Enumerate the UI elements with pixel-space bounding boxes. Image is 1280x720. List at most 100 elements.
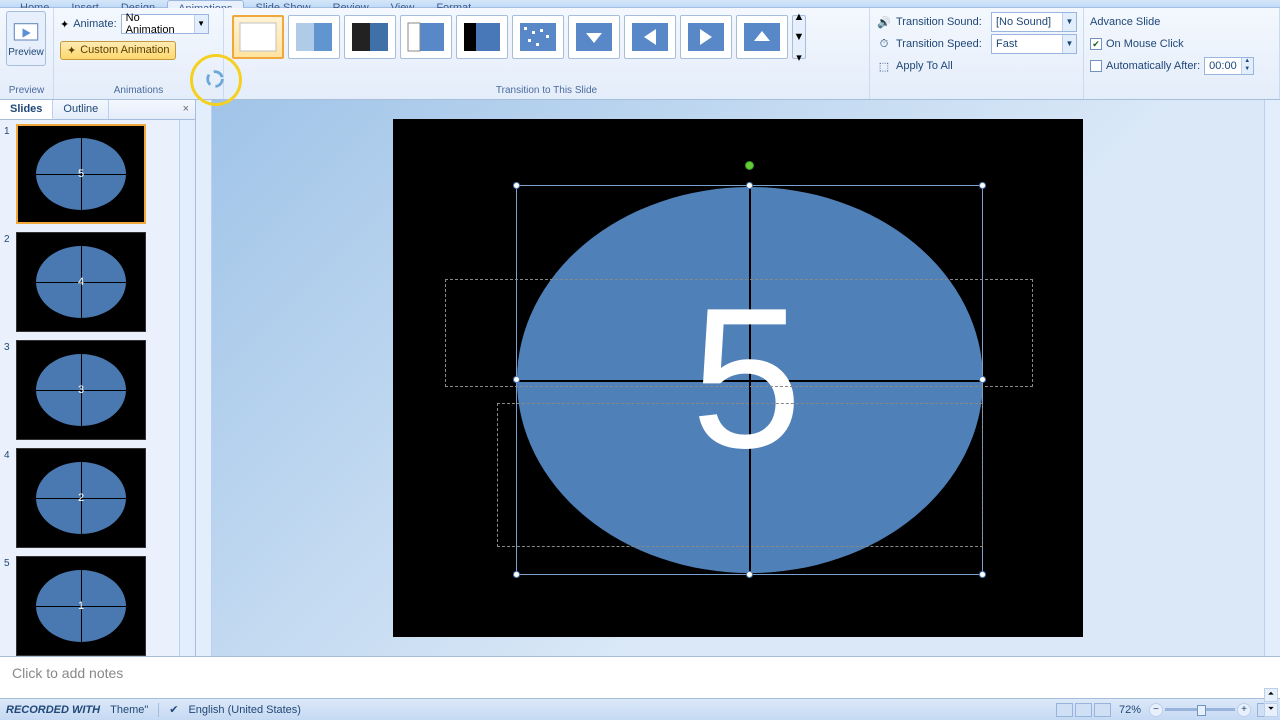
- animate-combo[interactable]: No Animation ▼: [121, 14, 209, 34]
- speed-label: Transition Speed:: [896, 38, 982, 50]
- thumb-preview[interactable]: 3: [16, 340, 146, 440]
- custom-animation-button[interactable]: ✦ Custom Animation: [60, 41, 176, 60]
- spinner-up-icon[interactable]: ▲: [1241, 58, 1253, 66]
- animate-star-icon: ✦: [60, 18, 69, 31]
- slides-pane: Slides Outline × 1524334251: [0, 100, 196, 656]
- zoom-slider[interactable]: [1165, 708, 1235, 711]
- slide-thumb-4[interactable]: 42: [0, 444, 180, 552]
- sound-value: [No Sound]: [992, 16, 1062, 28]
- advance-group-label: [1090, 94, 1273, 99]
- ruler-v: [196, 100, 212, 656]
- on-click-checkbox[interactable]: ✔: [1090, 38, 1102, 50]
- view-sorter-icon[interactable]: [1075, 703, 1092, 717]
- thumb-number: 1: [4, 124, 16, 224]
- transition-options-label: [876, 94, 1077, 99]
- thumb-number: 3: [4, 340, 16, 440]
- zoom-value[interactable]: 72%: [1119, 704, 1141, 716]
- advance-label: Advance Slide: [1090, 16, 1160, 28]
- preview-label: Preview: [8, 47, 44, 58]
- prev-slide-icon[interactable]: ⏶: [1264, 688, 1278, 702]
- thumb-preview[interactable]: 2: [16, 448, 146, 548]
- thumb-preview[interactable]: 1: [16, 556, 146, 656]
- pane-tab-outline[interactable]: Outline: [53, 100, 109, 119]
- tab-design[interactable]: Design: [111, 0, 165, 8]
- auto-after-label: Automatically After:: [1106, 60, 1200, 72]
- chevron-down-icon: ▼: [194, 15, 208, 33]
- thumb-number: 5: [4, 556, 16, 656]
- slide-thumb-2[interactable]: 24: [0, 228, 180, 336]
- star-icon: ✦: [67, 44, 76, 57]
- transition-wipe-right[interactable]: [680, 15, 732, 59]
- apply-all-button[interactable]: Apply To All: [896, 60, 953, 72]
- speed-combo[interactable]: Fast▼: [991, 34, 1077, 54]
- thumb-preview[interactable]: 4: [16, 232, 146, 332]
- sound-label: Transition Sound:: [896, 16, 982, 28]
- slide-thumb-5[interactable]: 51: [0, 552, 180, 656]
- menu-tabs: Home Insert Design Animations Slide Show…: [0, 0, 1280, 8]
- loading-spinner-icon: [204, 68, 226, 90]
- slide-thumb-1[interactable]: 15: [0, 120, 180, 228]
- zoom-in-icon[interactable]: +: [1237, 703, 1251, 717]
- tab-slideshow[interactable]: Slide Show: [246, 0, 321, 8]
- transition-group-label: Transition to This Slide: [230, 83, 863, 99]
- thumb-preview[interactable]: 5: [16, 124, 146, 224]
- tab-insert[interactable]: Insert: [61, 0, 109, 8]
- status-language[interactable]: English (United States): [188, 704, 301, 716]
- sound-combo[interactable]: [No Sound]▼: [991, 12, 1077, 32]
- next-slide-icon[interactable]: ⏷: [1264, 703, 1278, 717]
- spinner-down-icon[interactable]: ▼: [1241, 66, 1253, 74]
- speed-icon: ⏱: [876, 36, 892, 52]
- spellcheck-icon[interactable]: ✔: [169, 703, 178, 716]
- animations-group-label: Animations: [60, 83, 217, 99]
- thumbs-scrollbar[interactable]: [179, 120, 195, 656]
- thumb-number: 4: [4, 448, 16, 548]
- thumb-number: 2: [4, 232, 16, 332]
- transition-wipe-down[interactable]: [568, 15, 620, 59]
- auto-after-checkbox[interactable]: [1090, 60, 1102, 72]
- transition-wipe-left[interactable]: [624, 15, 676, 59]
- chevron-down-icon: ▼: [1062, 35, 1076, 53]
- slide-thumb-3[interactable]: 33: [0, 336, 180, 444]
- selection-textbox-1[interactable]: [445, 279, 1033, 387]
- sound-icon: 🔊: [876, 14, 892, 30]
- custom-animation-label: Custom Animation: [80, 44, 169, 56]
- preview-group-label: Preview: [6, 83, 47, 99]
- transition-wipe-up[interactable]: [736, 15, 788, 59]
- preview-button[interactable]: Preview: [6, 11, 46, 66]
- zoom-out-icon[interactable]: −: [1149, 703, 1163, 717]
- status-bar: RECORDED WITH Theme" ✔ English (United S…: [0, 698, 1280, 720]
- status-recorded: RECORDED WITH: [6, 704, 100, 716]
- tab-home[interactable]: Home: [10, 0, 59, 8]
- transition-gallery-more[interactable]: ▲▼▾: [792, 15, 806, 59]
- apply-all-icon: ⬚: [876, 58, 892, 74]
- pane-tab-slides[interactable]: Slides: [0, 100, 53, 119]
- auto-after-spinner[interactable]: 00:00▲▼: [1204, 57, 1254, 75]
- on-click-label: On Mouse Click: [1106, 38, 1184, 50]
- auto-after-value: 00:00: [1205, 58, 1241, 74]
- slide-canvas[interactable]: 5: [212, 100, 1264, 656]
- transition-dissolve[interactable]: [512, 15, 564, 59]
- status-theme: Theme": [110, 704, 148, 716]
- transition-fade-black[interactable]: [344, 15, 396, 59]
- rotation-handle[interactable]: [745, 161, 754, 170]
- current-slide[interactable]: 5: [393, 119, 1083, 637]
- animate-value: No Animation: [122, 12, 194, 36]
- view-normal-icon[interactable]: [1056, 703, 1073, 717]
- transition-fade[interactable]: [288, 15, 340, 59]
- animate-label: Animate:: [73, 18, 116, 30]
- tab-view[interactable]: View: [381, 0, 425, 8]
- canvas-scrollbar[interactable]: ⏶ ⏷: [1264, 100, 1280, 656]
- selection-textbox-2[interactable]: [497, 403, 983, 547]
- tab-format[interactable]: Format: [426, 0, 481, 8]
- tab-animations[interactable]: Animations: [167, 0, 243, 8]
- transition-gallery: ▲▼▾: [230, 11, 863, 63]
- ribbon: Preview Preview ✦ Animate: No Animation …: [0, 8, 1280, 100]
- chevron-down-icon: ▼: [1062, 13, 1076, 31]
- pane-close-icon[interactable]: ×: [177, 100, 195, 119]
- transition-cut[interactable]: [400, 15, 452, 59]
- transition-none[interactable]: [232, 15, 284, 59]
- transition-cut-black[interactable]: [456, 15, 508, 59]
- view-slideshow-icon[interactable]: [1094, 703, 1111, 717]
- tab-review[interactable]: Review: [323, 0, 379, 8]
- notes-area[interactable]: Click to add notes: [0, 656, 1280, 698]
